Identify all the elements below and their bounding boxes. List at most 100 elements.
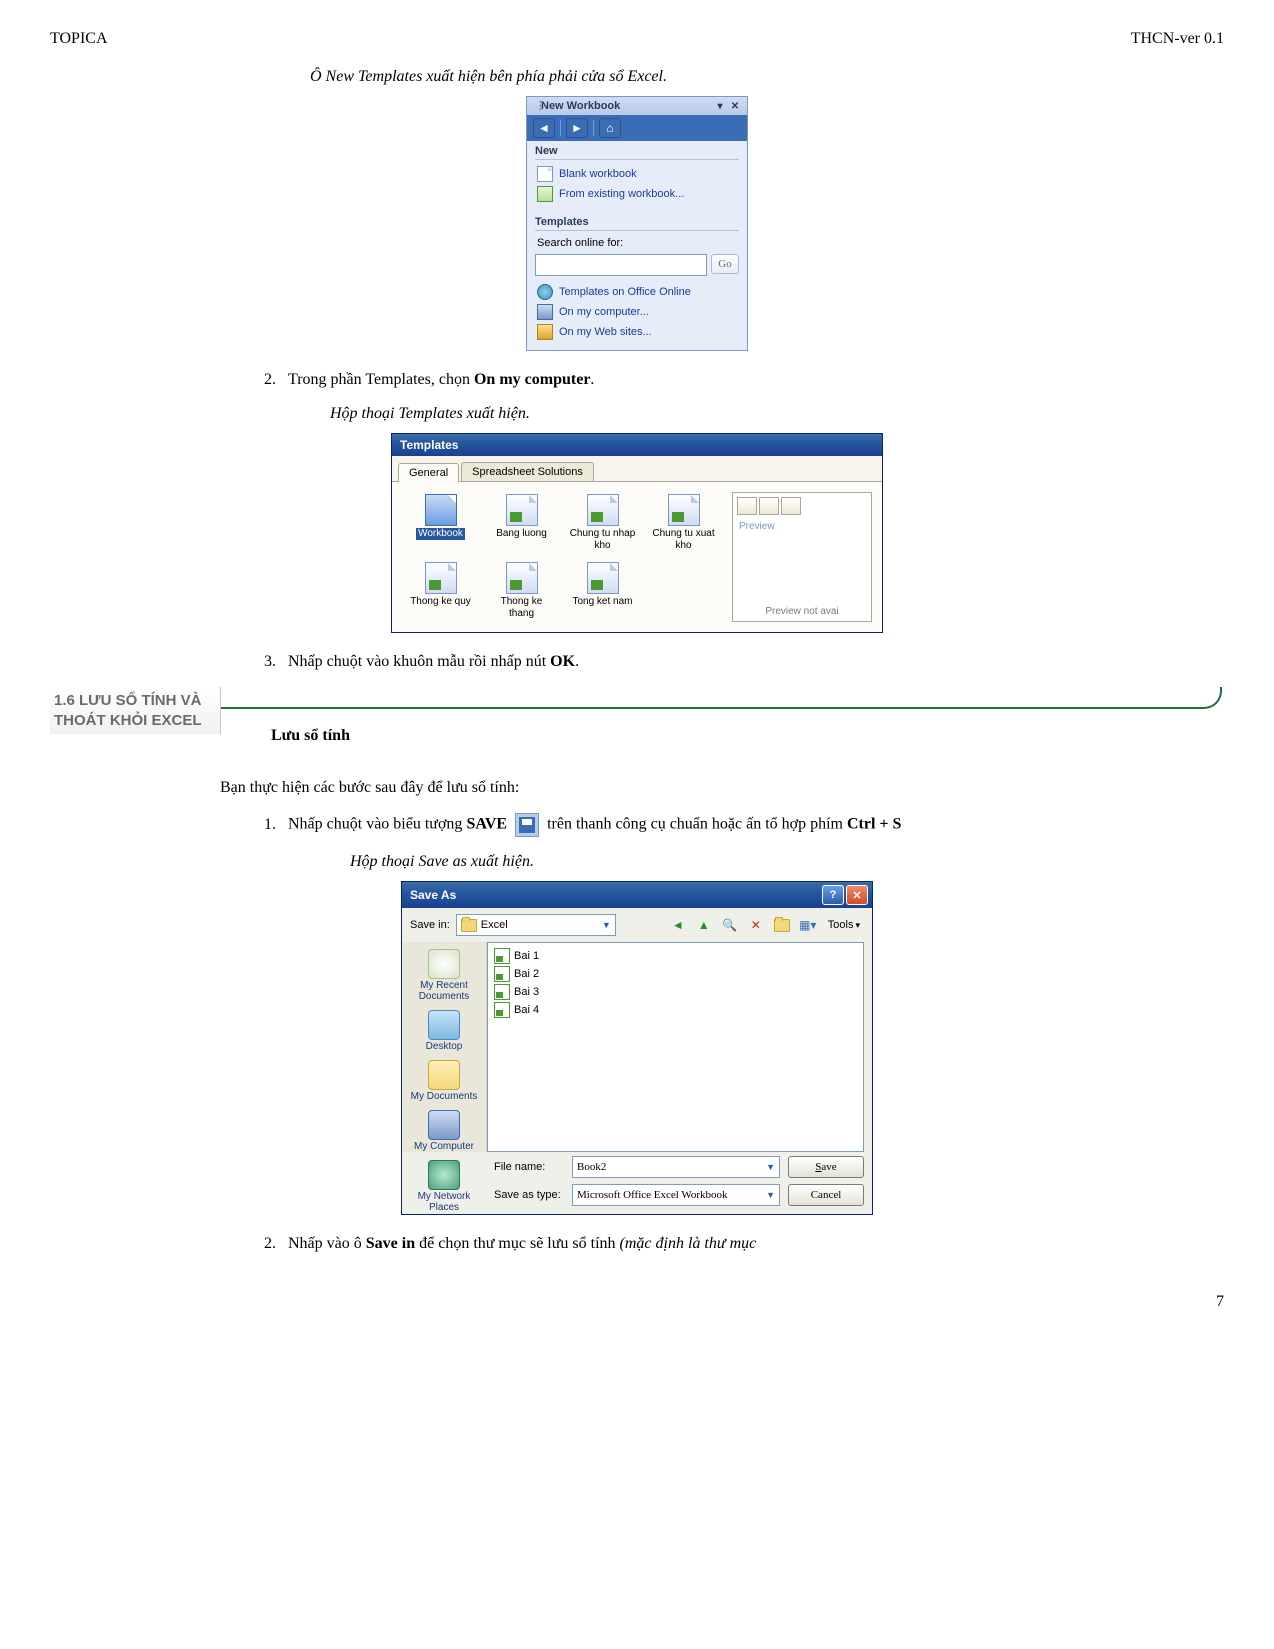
step-text: . [590, 371, 594, 388]
savein-label: Save in: [410, 919, 450, 931]
place-label: Desktop [426, 1041, 463, 1052]
file-item[interactable]: Bai 4 [492, 1001, 859, 1019]
computer-icon [537, 304, 553, 320]
chevron-down-icon: ▼ [766, 1190, 775, 1200]
section-templates-title: Templates [535, 216, 739, 231]
chevron-down-icon: ▾ [855, 920, 860, 931]
caption-saveas-dialog: Hộp thoại Save as xuất hiện. [350, 853, 1224, 871]
template-item[interactable]: Tong ket nam [564, 560, 641, 622]
place-recent-documents[interactable]: My Recent Documents [405, 946, 483, 1005]
on-my-computer-link[interactable]: On my computer... [535, 302, 739, 322]
views-button[interactable]: ▦▾ [798, 915, 818, 935]
step-2: Trong phần Templates, chọn On my compute… [280, 371, 1224, 389]
excel-file-icon [494, 1002, 510, 1018]
excel-icon [537, 186, 553, 202]
chevron-down-icon: ▼ [602, 920, 611, 930]
tab-spreadsheet-solutions[interactable]: Spreadsheet Solutions [461, 462, 594, 481]
pane-titlebar: ⋮ New Workbook ▾ ✕ [527, 97, 747, 115]
dropdown-icon[interactable]: ▾ [714, 100, 726, 112]
place-my-documents[interactable]: My Documents [405, 1057, 483, 1105]
save-step-1: Nhấp chuột vào biểu tượng SAVE trên than… [280, 813, 1224, 837]
templates-dialog: Templates General Spreadsheet Solutions … [391, 433, 883, 633]
intro-text: Bạn thực hiện các bước sau đây để lưu sổ… [220, 779, 1224, 797]
separator [593, 120, 594, 136]
back-button[interactable]: ◄ [668, 915, 688, 935]
section-new-title: New [535, 145, 739, 160]
template-label: Tong ket nam [570, 596, 634, 608]
from-existing-link[interactable]: From existing workbook... [535, 184, 739, 204]
link-label: Blank workbook [559, 168, 637, 180]
template-item[interactable]: Thong ke thang [483, 560, 560, 622]
template-label: Thong ke thang [485, 596, 558, 620]
close-button[interactable]: ✕ [846, 885, 868, 905]
excel-template-icon [425, 562, 457, 594]
save-as-dialog: Save As ? ✕ Save in: Excel ▼ ◄ ▲ 🔍 ✕ ▦▾ … [401, 881, 873, 1215]
place-network[interactable]: My Network Places [405, 1157, 483, 1216]
excel-template-icon [668, 494, 700, 526]
filename-input[interactable]: Book2 ▼ [572, 1156, 780, 1178]
step-text: . [575, 653, 579, 670]
search-button[interactable]: 🔍 [720, 915, 740, 935]
file-item[interactable]: Bai 1 [492, 947, 859, 965]
savein-value: Excel [481, 919, 508, 931]
dialog-titlebar: Save As ? ✕ [402, 882, 872, 908]
blank-workbook-link[interactable]: Blank workbook [535, 164, 739, 184]
save-button[interactable]: Save [788, 1156, 864, 1178]
close-icon[interactable]: ✕ [729, 100, 741, 112]
pane-nav: ◄ ► ⌂ [527, 115, 747, 141]
save-icon [515, 813, 539, 837]
btn-label-rest: ave [821, 1161, 836, 1173]
place-desktop[interactable]: Desktop [405, 1007, 483, 1055]
place-label: My Recent Documents [405, 980, 483, 1002]
filename-label: File name: [494, 1161, 564, 1173]
save-step-2: Nhấp vào ô Save in để chọn thư mục sẽ lư… [280, 1235, 1224, 1253]
tab-general[interactable]: General [398, 463, 459, 482]
place-label: My Network Places [405, 1191, 483, 1213]
go-button[interactable]: Go [711, 254, 739, 274]
help-button[interactable]: ? [822, 885, 844, 905]
up-button[interactable]: ▲ [694, 915, 714, 935]
tools-label: Tools [828, 919, 854, 931]
step-text: Nhấp vào ô [288, 1235, 366, 1252]
cancel-button[interactable]: Cancel [788, 1184, 864, 1206]
workbook-icon [425, 494, 457, 526]
template-item[interactable]: Thong ke quy [402, 560, 479, 622]
file-item[interactable]: Bai 3 [492, 983, 859, 1001]
template-item[interactable]: Chung tu xuat kho [645, 492, 722, 554]
template-item[interactable]: Bang luong [483, 492, 560, 554]
home-button[interactable]: ⌂ [599, 118, 621, 138]
template-item[interactable]: Chung tu nhap kho [564, 492, 641, 554]
template-label: Thong ke quy [408, 596, 473, 608]
saveas-type-input[interactable]: Microsoft Office Excel Workbook ▼ [572, 1184, 780, 1206]
tools-dropdown[interactable]: Tools ▾ [824, 917, 864, 933]
header-right: THCN-ver 0.1 [1131, 30, 1224, 48]
excel-file-icon [494, 948, 510, 964]
new-folder-button[interactable] [772, 915, 792, 935]
forward-button[interactable]: ► [566, 118, 588, 138]
globe-icon [537, 284, 553, 300]
details-button[interactable] [781, 497, 801, 515]
file-item[interactable]: Bai 2 [492, 965, 859, 983]
savein-dropdown[interactable]: Excel ▼ [456, 914, 616, 936]
folder-icon [774, 919, 790, 932]
chevron-down-icon: ▼ [766, 1162, 775, 1172]
new-workbook-pane: ⋮ New Workbook ▾ ✕ ◄ ► ⌂ New Blank workb… [526, 96, 748, 351]
back-button[interactable]: ◄ [533, 118, 555, 138]
templates-office-online-link[interactable]: Templates on Office Online [535, 282, 739, 302]
list-button[interactable] [759, 497, 779, 515]
search-online-input[interactable] [535, 254, 707, 276]
templates-icon-grid: WorkbookBang luongChung tu nhap kho Chung… [402, 492, 722, 622]
template-item[interactable]: Workbook [402, 492, 479, 554]
template-label: Chung tu nhap kho [566, 528, 639, 552]
large-icons-button[interactable] [737, 497, 757, 515]
section-number-title: 1.6 LƯU SỔ TÍNH VÀ THOÁT KHỎI EXCEL [50, 687, 221, 734]
template-label: Chung tu xuat kho [647, 528, 720, 552]
on-my-web-sites-link[interactable]: On my Web sites... [535, 322, 739, 342]
link-label: From existing workbook... [559, 188, 684, 200]
file-name: Bai 1 [514, 950, 539, 962]
place-my-computer[interactable]: My Computer [405, 1107, 483, 1155]
step-text: Nhấp chuột vào biểu tượng [288, 816, 466, 833]
delete-button[interactable]: ✕ [746, 915, 766, 935]
preview-pane: Preview Preview not avai [732, 492, 872, 622]
step-bold: Ctrl + S [847, 816, 901, 833]
